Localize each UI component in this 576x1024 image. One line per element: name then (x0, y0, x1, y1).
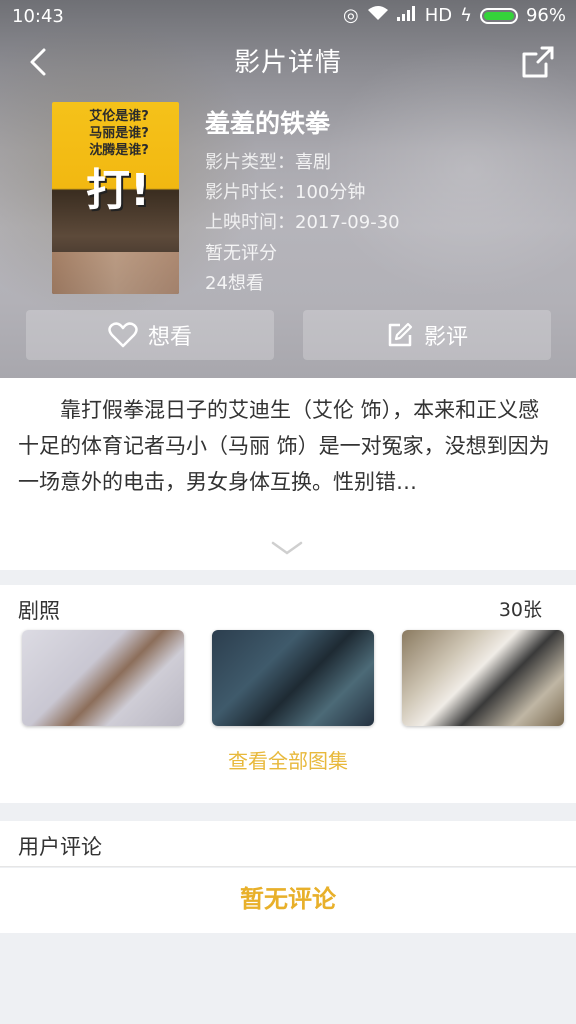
battery-icon (479, 7, 518, 24)
charging-icon: ϟ (460, 5, 472, 26)
navigation-bar: 影片详情 (0, 34, 576, 90)
edit-icon (388, 322, 413, 347)
status-time: 10:43 (12, 6, 64, 27)
stills-count: 30张 (498, 599, 542, 621)
network-type: HD (424, 5, 453, 26)
comments-title: 用户评论 (18, 835, 102, 859)
want-count: 24想看 (205, 273, 264, 294)
expand-chevron-icon[interactable] (270, 538, 304, 558)
share-button[interactable] (516, 40, 560, 84)
movie-rating: 暂无评分 (205, 243, 277, 264)
no-comments-text: 暂无评论 (0, 868, 576, 933)
signal-icon (396, 5, 417, 26)
want-button[interactable]: 想看 (26, 310, 274, 360)
synopsis-section: 靠打假拳混日子的艾迪生（艾伦 饰），本来和正义感十足的体育记者马小（马丽 饰）是… (0, 378, 576, 570)
battery-level: 96% (525, 5, 566, 26)
poster-faces (52, 252, 179, 294)
share-icon (522, 46, 554, 78)
still-thumbnail[interactable] (402, 630, 564, 726)
comments-header: 用户评论 (0, 821, 576, 867)
movie-header: 10:43 ◎ HD ϟ 96% 影片详情 艾伦是谁? 马丽是谁? 沈腾是谁? … (0, 0, 576, 378)
still-thumbnail[interactable] (212, 630, 374, 726)
poster-text: 艾伦是谁? 马丽是谁? 沈腾是谁? (89, 109, 149, 158)
view-all-stills-link[interactable]: 查看全部图集 (0, 745, 576, 774)
alarm-icon: ◎ (342, 5, 359, 26)
stills-section: 剧照 30张 查看全部图集 (0, 585, 576, 803)
poster-big-text: 打! (86, 165, 151, 216)
still-thumbnail[interactable] (22, 630, 184, 726)
movie-type: 影片类型：喜剧 (205, 152, 331, 173)
stills-header: 剧照 (18, 599, 60, 623)
movie-poster[interactable]: 艾伦是谁? 马丽是谁? 沈腾是谁? 打! (52, 102, 179, 294)
movie-release: 上映时间：2017-09-30 (205, 212, 400, 233)
page-title: 影片详情 (233, 48, 342, 78)
movie-title: 羞羞的铁拳 (205, 109, 331, 138)
status-bar: 10:43 ◎ HD ϟ 96% (0, 0, 576, 34)
heart-icon (108, 322, 138, 348)
wifi-icon (367, 5, 389, 26)
want-label: 想看 (147, 325, 192, 350)
movie-duration: 影片时长：100分钟 (205, 182, 366, 203)
review-button[interactable]: 影评 (303, 310, 551, 360)
review-label: 影评 (423, 325, 468, 350)
synopsis-text: 靠打假拳混日子的艾迪生（艾伦 饰），本来和正义感十足的体育记者马小（马丽 饰）是… (18, 398, 550, 494)
